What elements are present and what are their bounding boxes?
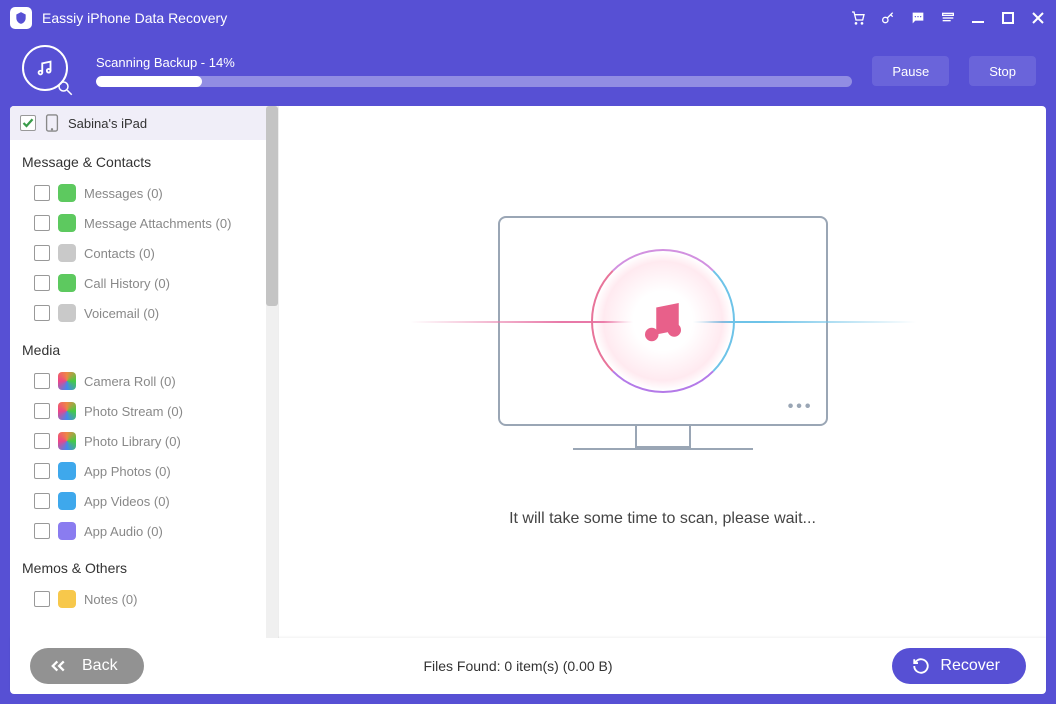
section-head: Memos & Others: [10, 546, 266, 584]
item-checkbox[interactable]: [34, 215, 50, 231]
item-type-icon: [58, 304, 76, 322]
item-type-icon: [58, 372, 76, 390]
cart-icon[interactable]: [850, 10, 866, 26]
sidebar-scrollbar[interactable]: [266, 106, 278, 638]
sidebar-item[interactable]: Contacts (0): [10, 238, 266, 268]
app-title: Eassiy iPhone Data Recovery: [42, 10, 227, 26]
item-type-icon: [58, 462, 76, 480]
stop-button[interactable]: Stop: [969, 56, 1036, 86]
sidebar-scroll-thumb[interactable]: [266, 106, 278, 306]
scan-illustration: •••: [498, 216, 828, 450]
item-checkbox[interactable]: [34, 591, 50, 607]
back-chevron-icon: [50, 659, 72, 673]
item-type-icon: [58, 522, 76, 540]
item-type-icon: [58, 244, 76, 262]
item-checkbox[interactable]: [34, 463, 50, 479]
content-area: ••• It will take some time to scan, plea…: [278, 106, 1046, 638]
item-checkbox[interactable]: [34, 245, 50, 261]
monitor-dots-icon: •••: [788, 398, 814, 416]
item-checkbox[interactable]: [34, 185, 50, 201]
item-type-icon: [58, 432, 76, 450]
titlebar: Eassiy iPhone Data Recovery: [0, 0, 1056, 36]
item-label: App Audio (0): [84, 524, 163, 539]
device-name: Sabina's iPad: [68, 116, 147, 131]
item-label: Contacts (0): [84, 246, 155, 261]
sidebar-item[interactable]: App Photos (0): [10, 456, 266, 486]
sidebar-item[interactable]: App Audio (0): [10, 516, 266, 546]
scanning-icon: [20, 43, 76, 99]
recover-button[interactable]: Recover: [892, 648, 1026, 684]
menu-icon[interactable]: [940, 10, 956, 26]
item-checkbox[interactable]: [34, 433, 50, 449]
item-label: Voicemail (0): [84, 306, 159, 321]
sidebar-item[interactable]: Photo Stream (0): [10, 396, 266, 426]
recover-label: Recover: [940, 657, 1000, 675]
back-button[interactable]: Back: [30, 648, 144, 684]
item-label: Call History (0): [84, 276, 170, 291]
files-found-label: Files Found: 0 item(s) (0.00 B): [144, 658, 893, 674]
close-button[interactable]: [1030, 10, 1046, 26]
maximize-button[interactable]: [1000, 10, 1016, 26]
progress-label: Scanning Backup - 14%: [96, 55, 852, 70]
sidebar-item[interactable]: App Videos (0): [10, 486, 266, 516]
sidebar-item[interactable]: Message Attachments (0): [10, 208, 266, 238]
item-checkbox[interactable]: [34, 523, 50, 539]
device-checkbox[interactable]: [20, 115, 36, 131]
sidebar-item[interactable]: Notes (0): [10, 584, 266, 614]
back-label: Back: [82, 657, 118, 675]
scan-message: It will take some time to scan, please w…: [509, 510, 816, 528]
app-logo: [10, 7, 32, 29]
pause-button[interactable]: Pause: [872, 56, 949, 86]
sidebar-item[interactable]: Voicemail (0): [10, 298, 266, 328]
footer-bar: Back Files Found: 0 item(s) (0.00 B) Rec…: [10, 638, 1046, 694]
item-label: Notes (0): [84, 592, 137, 607]
item-label: Photo Library (0): [84, 434, 181, 449]
item-type-icon: [58, 492, 76, 510]
sidebar-item[interactable]: Call History (0): [10, 268, 266, 298]
progress-track: [96, 76, 852, 87]
item-label: App Videos (0): [84, 494, 170, 509]
sidebar-item[interactable]: Messages (0): [10, 178, 266, 208]
item-label: Message Attachments (0): [84, 216, 231, 231]
item-label: Photo Stream (0): [84, 404, 183, 419]
item-label: Messages (0): [84, 186, 163, 201]
item-type-icon: [58, 214, 76, 232]
item-type-icon: [58, 274, 76, 292]
recover-icon: [912, 657, 930, 675]
key-icon[interactable]: [880, 10, 896, 26]
section-head: Message & Contacts: [10, 140, 266, 178]
item-checkbox[interactable]: [34, 493, 50, 509]
sidebar-item[interactable]: Camera Roll (0): [10, 366, 266, 396]
progress-fill: [96, 76, 202, 87]
item-checkbox[interactable]: [34, 275, 50, 291]
item-type-icon: [58, 590, 76, 608]
item-label: Camera Roll (0): [84, 374, 176, 389]
section-head: Media: [10, 328, 266, 366]
device-row[interactable]: Sabina's iPad: [10, 106, 266, 140]
item-checkbox[interactable]: [34, 403, 50, 419]
item-checkbox[interactable]: [34, 373, 50, 389]
sidebar: Sabina's iPad Message & Contacts Messages…: [10, 106, 278, 638]
item-label: App Photos (0): [84, 464, 171, 479]
ipad-icon: [44, 114, 60, 132]
item-type-icon: [58, 402, 76, 420]
progress-bar-area: Scanning Backup - 14% Pause Stop: [0, 36, 1056, 106]
minimize-button[interactable]: [970, 10, 986, 26]
sidebar-item[interactable]: Photo Library (0): [10, 426, 266, 456]
chat-icon[interactable]: [910, 10, 926, 26]
item-type-icon: [58, 184, 76, 202]
item-checkbox[interactable]: [34, 305, 50, 321]
